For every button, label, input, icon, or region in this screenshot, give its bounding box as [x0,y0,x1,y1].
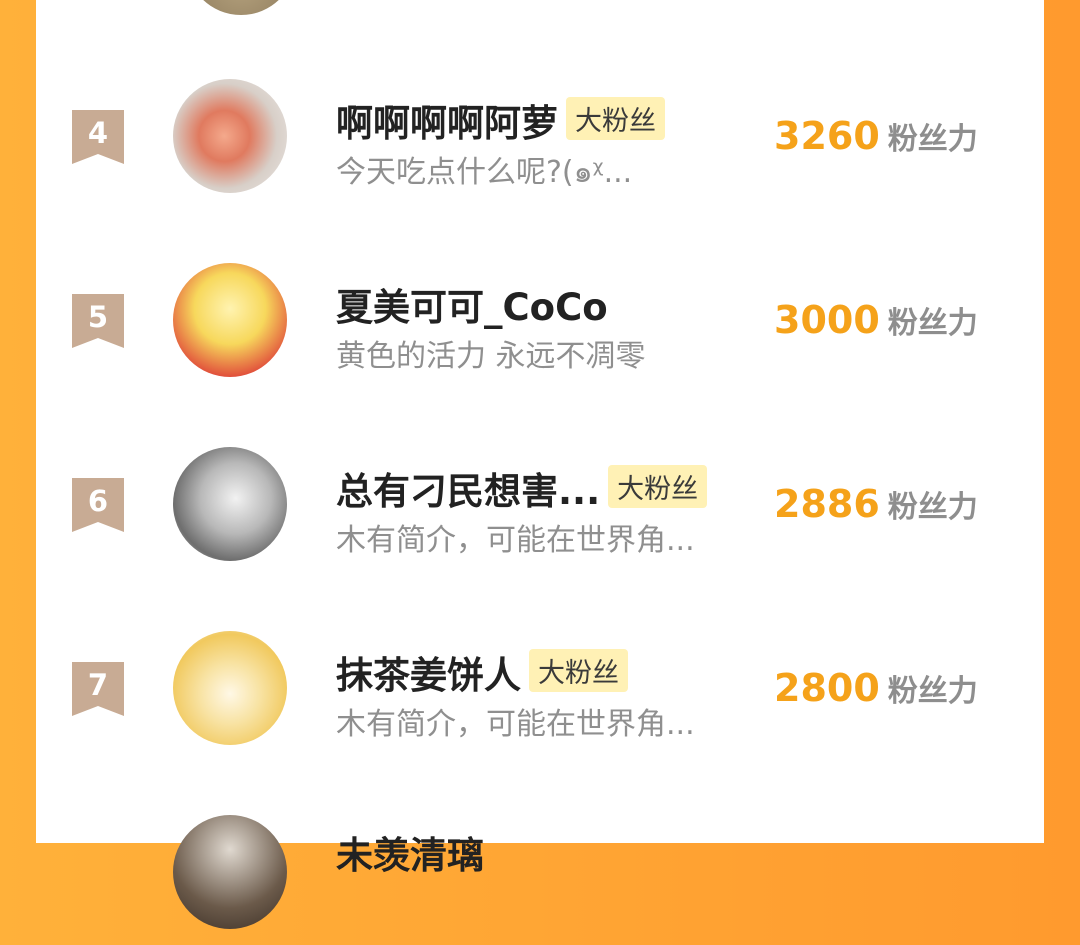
user-bio: 木有简介，可能在世界角... [336,523,695,558]
user-name[interactable]: 啊啊啊啊阿萝 大粉丝 [336,93,665,147]
big-fan-badge: 大粉丝 [529,649,628,692]
ranking-list-panel: 4 啊啊啊啊阿萝 大粉丝 今天吃点什么呢?(๑ᵡ... 3260 粉丝力 5 夏美可… [36,0,1044,929]
list-item[interactable]: 未羡清璃 [36,815,1044,945]
fan-power-score: 2800 粉丝力 [774,666,978,710]
avatar[interactable] [173,447,287,561]
rank-ribbon: 5 [72,294,124,348]
avatar-rank-3[interactable] [186,0,296,15]
big-fan-badge: 大粉丝 [608,465,708,508]
avatar[interactable] [173,263,287,377]
user-bio: 木有简介，可能在世界角... [336,707,695,742]
user-bio: 黄色的活力 永远不凋零 [336,339,646,374]
avatar[interactable] [173,79,287,193]
list-item[interactable]: 7 抹茶姜饼人 大粉丝 木有简介，可能在世界角... 2800 粉丝力 [36,631,1044,761]
user-bio: 今天吃点什么呢?(๑ᵡ... [336,155,633,190]
fan-power-score: 3260 粉丝力 [774,114,978,158]
rank-ribbon: 4 [72,110,124,164]
avatar[interactable] [173,815,287,929]
list-item[interactable]: 5 夏美可可_CoCo 黄色的活力 永远不凋零 3000 粉丝力 [36,263,1044,393]
list-item[interactable]: 4 啊啊啊啊阿萝 大粉丝 今天吃点什么呢?(๑ᵡ... 3260 粉丝力 [36,79,1044,209]
rank-ribbon: 6 [72,478,124,532]
big-fan-badge: 大粉丝 [566,97,665,140]
user-name[interactable]: 夏美可可_CoCo [336,277,608,331]
rank-ribbon: 7 [72,662,124,716]
user-name[interactable]: 总有刁民想害... 大粉丝 [336,461,708,515]
avatar[interactable] [173,631,287,745]
user-name[interactable]: 未羡清璃 [336,825,484,879]
list-item[interactable]: 6 总有刁民想害... 大粉丝 木有简介，可能在世界角... 2886 粉丝力 [36,447,1044,577]
fan-power-score: 3000 粉丝力 [774,298,978,342]
user-name[interactable]: 抹茶姜饼人 大粉丝 [336,645,628,699]
fan-power-score: 2886 粉丝力 [774,482,978,526]
